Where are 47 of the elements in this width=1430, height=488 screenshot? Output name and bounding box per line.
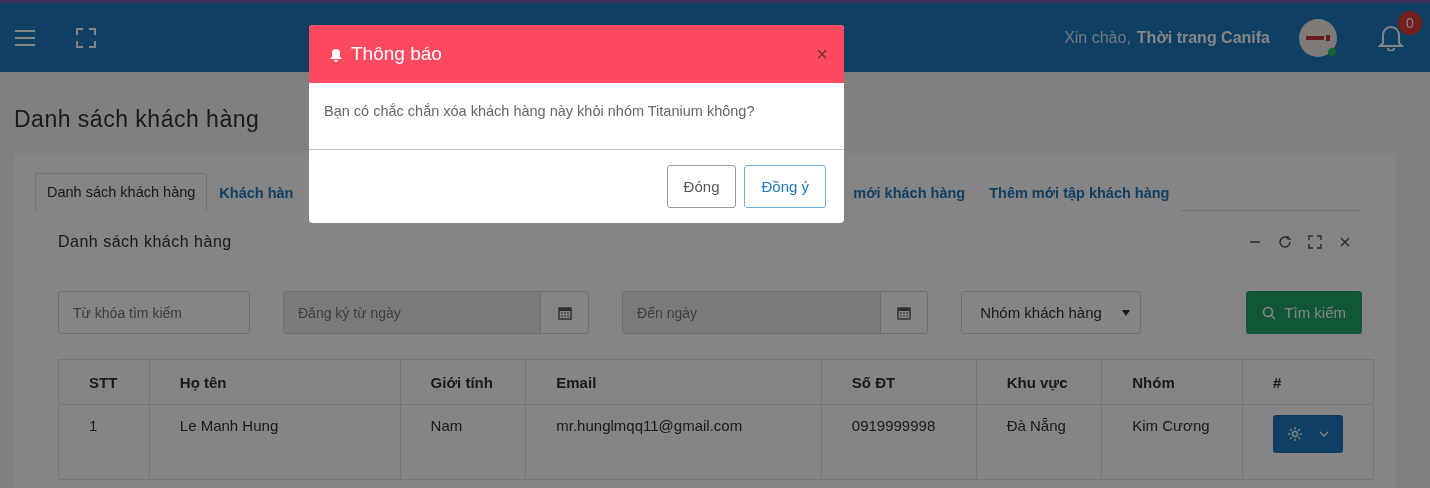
expand-icon[interactable] <box>1308 235 1322 249</box>
table-cell: mr.hunglmqq11@gmail.com <box>525 404 822 480</box>
tab[interactable]: Danh sách khách hàng <box>35 173 208 211</box>
dialog-message: Bạn có chắc chắn xóa khách hàng này khỏi nhóm Titanium không? <box>324 103 756 119</box>
search-button[interactable]: Tìm kiếm <box>1246 291 1362 334</box>
column-header: # <box>1242 359 1374 405</box>
bell-icon <box>329 46 343 62</box>
column-header: Số ĐT <box>821 359 977 405</box>
refresh-icon[interactable] <box>1278 235 1292 249</box>
page-title: Danh sách khách hàng <box>13 105 261 134</box>
confirm-button[interactable]: Đồng ý <box>744 165 826 208</box>
menu-icon[interactable] <box>14 28 36 47</box>
greeting: Xin chào, <box>1064 28 1131 47</box>
date-field[interactable]: Đăng ký từ ngày <box>283 291 590 334</box>
date-field[interactable]: Đến ngày <box>622 291 929 334</box>
avatar-logo <box>1298 17 1338 58</box>
column-header: Họ tên <box>149 359 401 405</box>
cancel-button[interactable]: Đóng <box>666 165 737 208</box>
column-header: Email <box>525 359 822 405</box>
table-cell: Đà Nẵng <box>976 404 1102 480</box>
table-cell: Kim Cương <box>1101 404 1243 480</box>
fullscreen-icon[interactable] <box>76 27 96 48</box>
calendar-button[interactable] <box>540 292 589 333</box>
gear-icon <box>1286 426 1303 442</box>
column-header: Nhóm <box>1101 359 1243 405</box>
notification-badge: 0 <box>1398 10 1422 35</box>
table-cell: Nam <box>400 404 526 480</box>
column-header: STT <box>58 359 150 405</box>
search-icon <box>1262 305 1277 320</box>
calendar-icon <box>557 305 572 320</box>
dialog-title: Thông báo <box>351 43 443 65</box>
calendar-button[interactable] <box>879 292 928 333</box>
group-select[interactable]: Nhóm khách hàng <box>961 291 1142 334</box>
user-name: Thời trang Canifa <box>1136 28 1270 47</box>
panel-title: Danh sách khách hàng <box>58 233 233 251</box>
settings-dropdown-button[interactable] <box>1272 415 1343 453</box>
calendar-icon <box>896 305 911 320</box>
chevron-down-icon <box>1318 431 1329 437</box>
column-header: Khu vực <box>976 359 1102 405</box>
close-button[interactable]: × <box>816 44 828 64</box>
keyword-field[interactable]: Từ khóa tìm kiếm <box>58 291 250 334</box>
table-cell: Le Manh Hung <box>149 404 401 480</box>
caret-icon <box>1122 309 1131 316</box>
table-cell: 1 <box>58 404 150 480</box>
table-cell: 0919999998 <box>821 404 977 480</box>
close-icon[interactable] <box>1338 235 1352 249</box>
column-header: Giới tính <box>400 359 526 405</box>
